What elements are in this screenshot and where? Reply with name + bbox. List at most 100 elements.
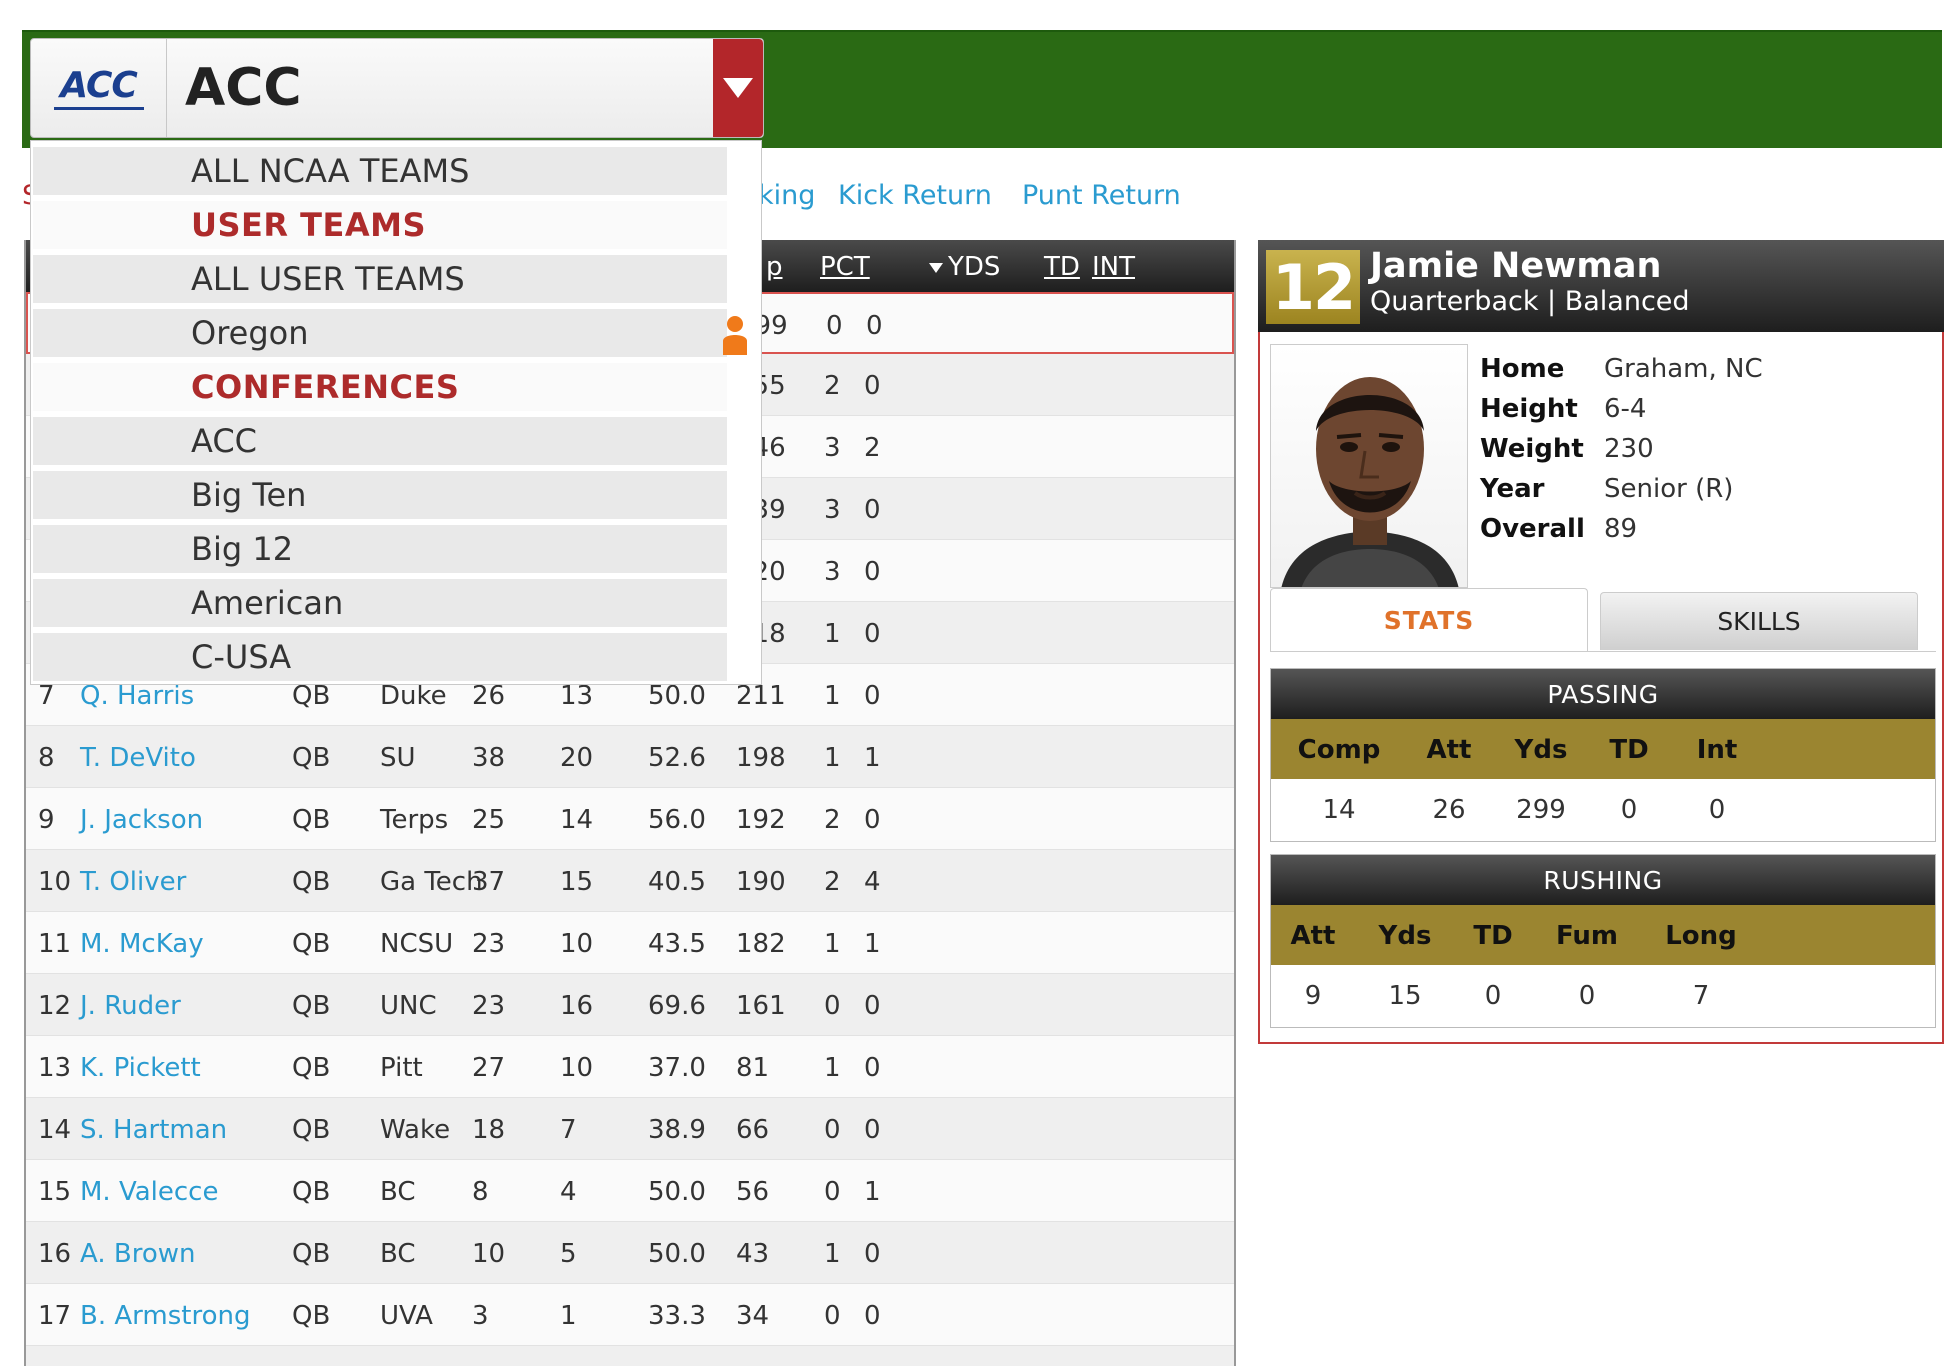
passing-header: TD — [1609, 735, 1649, 765]
passing-value: 0 — [1620, 795, 1638, 825]
cell-pct: 56.0 — [648, 805, 706, 835]
rushing-value: 7 — [1692, 981, 1710, 1011]
rushing-headers: Att Yds TD Fum Long — [1271, 905, 1935, 965]
cell-name[interactable]: M. McKay — [80, 929, 204, 959]
menu-item[interactable]: Big Ten — [33, 471, 727, 519]
cell-int: 1 — [864, 743, 881, 773]
table-row[interactable] — [26, 1346, 1234, 1366]
cell-pct: 37.0 — [648, 1053, 706, 1083]
cell-yds: 211 — [736, 681, 786, 711]
player-photo — [1270, 344, 1468, 588]
header-pct[interactable]: PCT — [820, 252, 870, 282]
cell-team: Wake — [380, 1115, 451, 1145]
cell-name[interactable]: B. Armstrong — [80, 1301, 250, 1331]
menu-item[interactable]: Oregon — [33, 309, 747, 357]
cell-td: 2 — [824, 867, 841, 897]
cell-comp: 10 — [560, 1053, 594, 1083]
menu-item[interactable]: ALL USER TEAMS — [33, 255, 727, 303]
info-label: Height — [1480, 394, 1578, 424]
cell-yds: 81 — [736, 1053, 770, 1083]
cell-int: 0 — [864, 805, 881, 835]
cell-int: 0 — [864, 1301, 881, 1331]
table-row[interactable]: 9 J. Jackson QB Terps 25 14 56.0 192 2 0 — [26, 788, 1234, 850]
cell-name[interactable]: S. Hartman — [80, 1115, 227, 1145]
tab-skills[interactable]: SKILLS — [1600, 592, 1918, 650]
table-row[interactable]: 13 K. Pickett QB Pitt 27 10 37.0 81 1 0 — [26, 1036, 1234, 1098]
table-row[interactable]: 15 M. Valecce QB BC 8 4 50.0 56 0 1 — [26, 1160, 1234, 1222]
header-partial[interactable]: p — [766, 252, 783, 282]
menu-item-label: Oregon — [191, 314, 309, 352]
cell-pos: QB — [292, 1239, 331, 1269]
menu-item[interactable]: American — [33, 579, 727, 627]
cell-pct: 50.0 — [648, 1177, 706, 1207]
cell-td: 3 — [824, 433, 841, 463]
rushing-values: 9 15 0 0 7 — [1271, 965, 1935, 1027]
user-icon — [721, 315, 749, 355]
cell-name[interactable]: T. Oliver — [80, 867, 186, 897]
table-row[interactable]: 14 S. Hartman QB Wake 18 7 38.9 66 0 0 — [26, 1098, 1234, 1160]
table-row[interactable]: 11 M. McKay QB NCSU 23 10 43.5 182 1 1 — [26, 912, 1234, 974]
cell-name[interactable]: T. DeVito — [80, 743, 196, 773]
cell-name[interactable]: M. Valecce — [80, 1177, 218, 1207]
info-value: 6-4 — [1604, 394, 1647, 424]
info-row: Home Graham, NC — [1480, 354, 1763, 394]
conference-selector[interactable]: ACC ACC — [30, 38, 764, 138]
cell-name[interactable]: J. Jackson — [80, 805, 203, 835]
player-card: 12 Jamie Newman Quarterback | Balanced H… — [1258, 240, 1944, 1044]
cell-td: 0 — [824, 991, 841, 1021]
passing-value: 0 — [1708, 795, 1726, 825]
cell-td: 3 — [824, 557, 841, 587]
passing-header: Yds — [1514, 735, 1568, 765]
cell-name[interactable]: A. Brown — [80, 1239, 195, 1269]
cell-att: 27 — [472, 1053, 506, 1083]
tab-stats[interactable]: STATS — [1270, 588, 1588, 652]
player-subtabs: STATS SKILLS — [1270, 588, 1930, 652]
rushing-value: 0 — [1484, 981, 1502, 1011]
cell-att: 25 — [472, 805, 506, 835]
menu-item[interactable]: Big 12 — [33, 525, 727, 573]
table-row[interactable]: 8 T. DeVito QB SU 38 20 52.6 198 1 1 — [26, 726, 1234, 788]
cell-rank: 13 — [38, 1053, 72, 1083]
passing-header: Comp — [1297, 735, 1381, 765]
table-row[interactable]: 16 A. Brown QB BC 10 5 50.0 43 1 0 — [26, 1222, 1234, 1284]
tab-kick-return[interactable]: Kick Return — [838, 180, 992, 211]
info-value: 89 — [1604, 514, 1638, 544]
cell-pct: 50.0 — [648, 1239, 706, 1269]
cell-td: 1 — [824, 1239, 841, 1269]
menu-item[interactable]: ACC — [33, 417, 727, 465]
cell-pos: QB — [292, 681, 331, 711]
dropdown-arrow-button[interactable] — [713, 39, 763, 137]
rushing-header: TD — [1473, 921, 1513, 951]
sort-desc-icon — [928, 252, 944, 282]
table-row[interactable]: 17 B. Armstrong QB UVA 3 1 33.3 34 0 0 — [26, 1284, 1234, 1346]
cell-pct: 33.3 — [648, 1301, 706, 1331]
cell-team: Duke — [380, 681, 447, 711]
cell-int: 0 — [864, 1053, 881, 1083]
menu-item-label: C-USA — [191, 638, 292, 676]
menu-item[interactable]: ALL NCAA TEAMS — [33, 147, 727, 195]
cell-name[interactable]: J. Ruder — [80, 991, 181, 1021]
menu-item[interactable]: C-USA — [33, 633, 727, 681]
tab-punt-return[interactable]: Punt Return — [1022, 180, 1181, 211]
header-td[interactable]: TD — [1044, 252, 1080, 282]
passing-value: 14 — [1322, 795, 1356, 825]
cell-td: 2 — [824, 805, 841, 835]
menu-item-label: ALL NCAA TEAMS — [191, 152, 470, 190]
cell-att: 26 — [472, 681, 506, 711]
cell-pos: QB — [292, 1301, 331, 1331]
table-row[interactable]: 12 J. Ruder QB UNC 23 16 69.6 161 0 0 — [26, 974, 1234, 1036]
table-row[interactable]: 10 T. Oliver QB Ga Tech 37 15 40.5 190 2 4 — [26, 850, 1234, 912]
passing-header: Att — [1426, 735, 1472, 765]
header-int[interactable]: INT — [1092, 252, 1135, 282]
cell-yds: 190 — [736, 867, 786, 897]
cell-rank: 10 — [38, 867, 72, 897]
cell-name[interactable]: Q. Harris — [80, 681, 194, 711]
tab-passing-partial[interactable]: king — [758, 180, 815, 211]
rushing-header: Att — [1290, 921, 1336, 951]
cell-name[interactable]: K. Pickett — [80, 1053, 201, 1083]
cell-rank: 17 — [38, 1301, 72, 1331]
header-yds[interactable]: YDS — [948, 252, 1000, 282]
cell-int: 1 — [864, 929, 881, 959]
rushing-title: RUSHING — [1271, 855, 1935, 905]
rushing-header: Yds — [1378, 921, 1432, 951]
